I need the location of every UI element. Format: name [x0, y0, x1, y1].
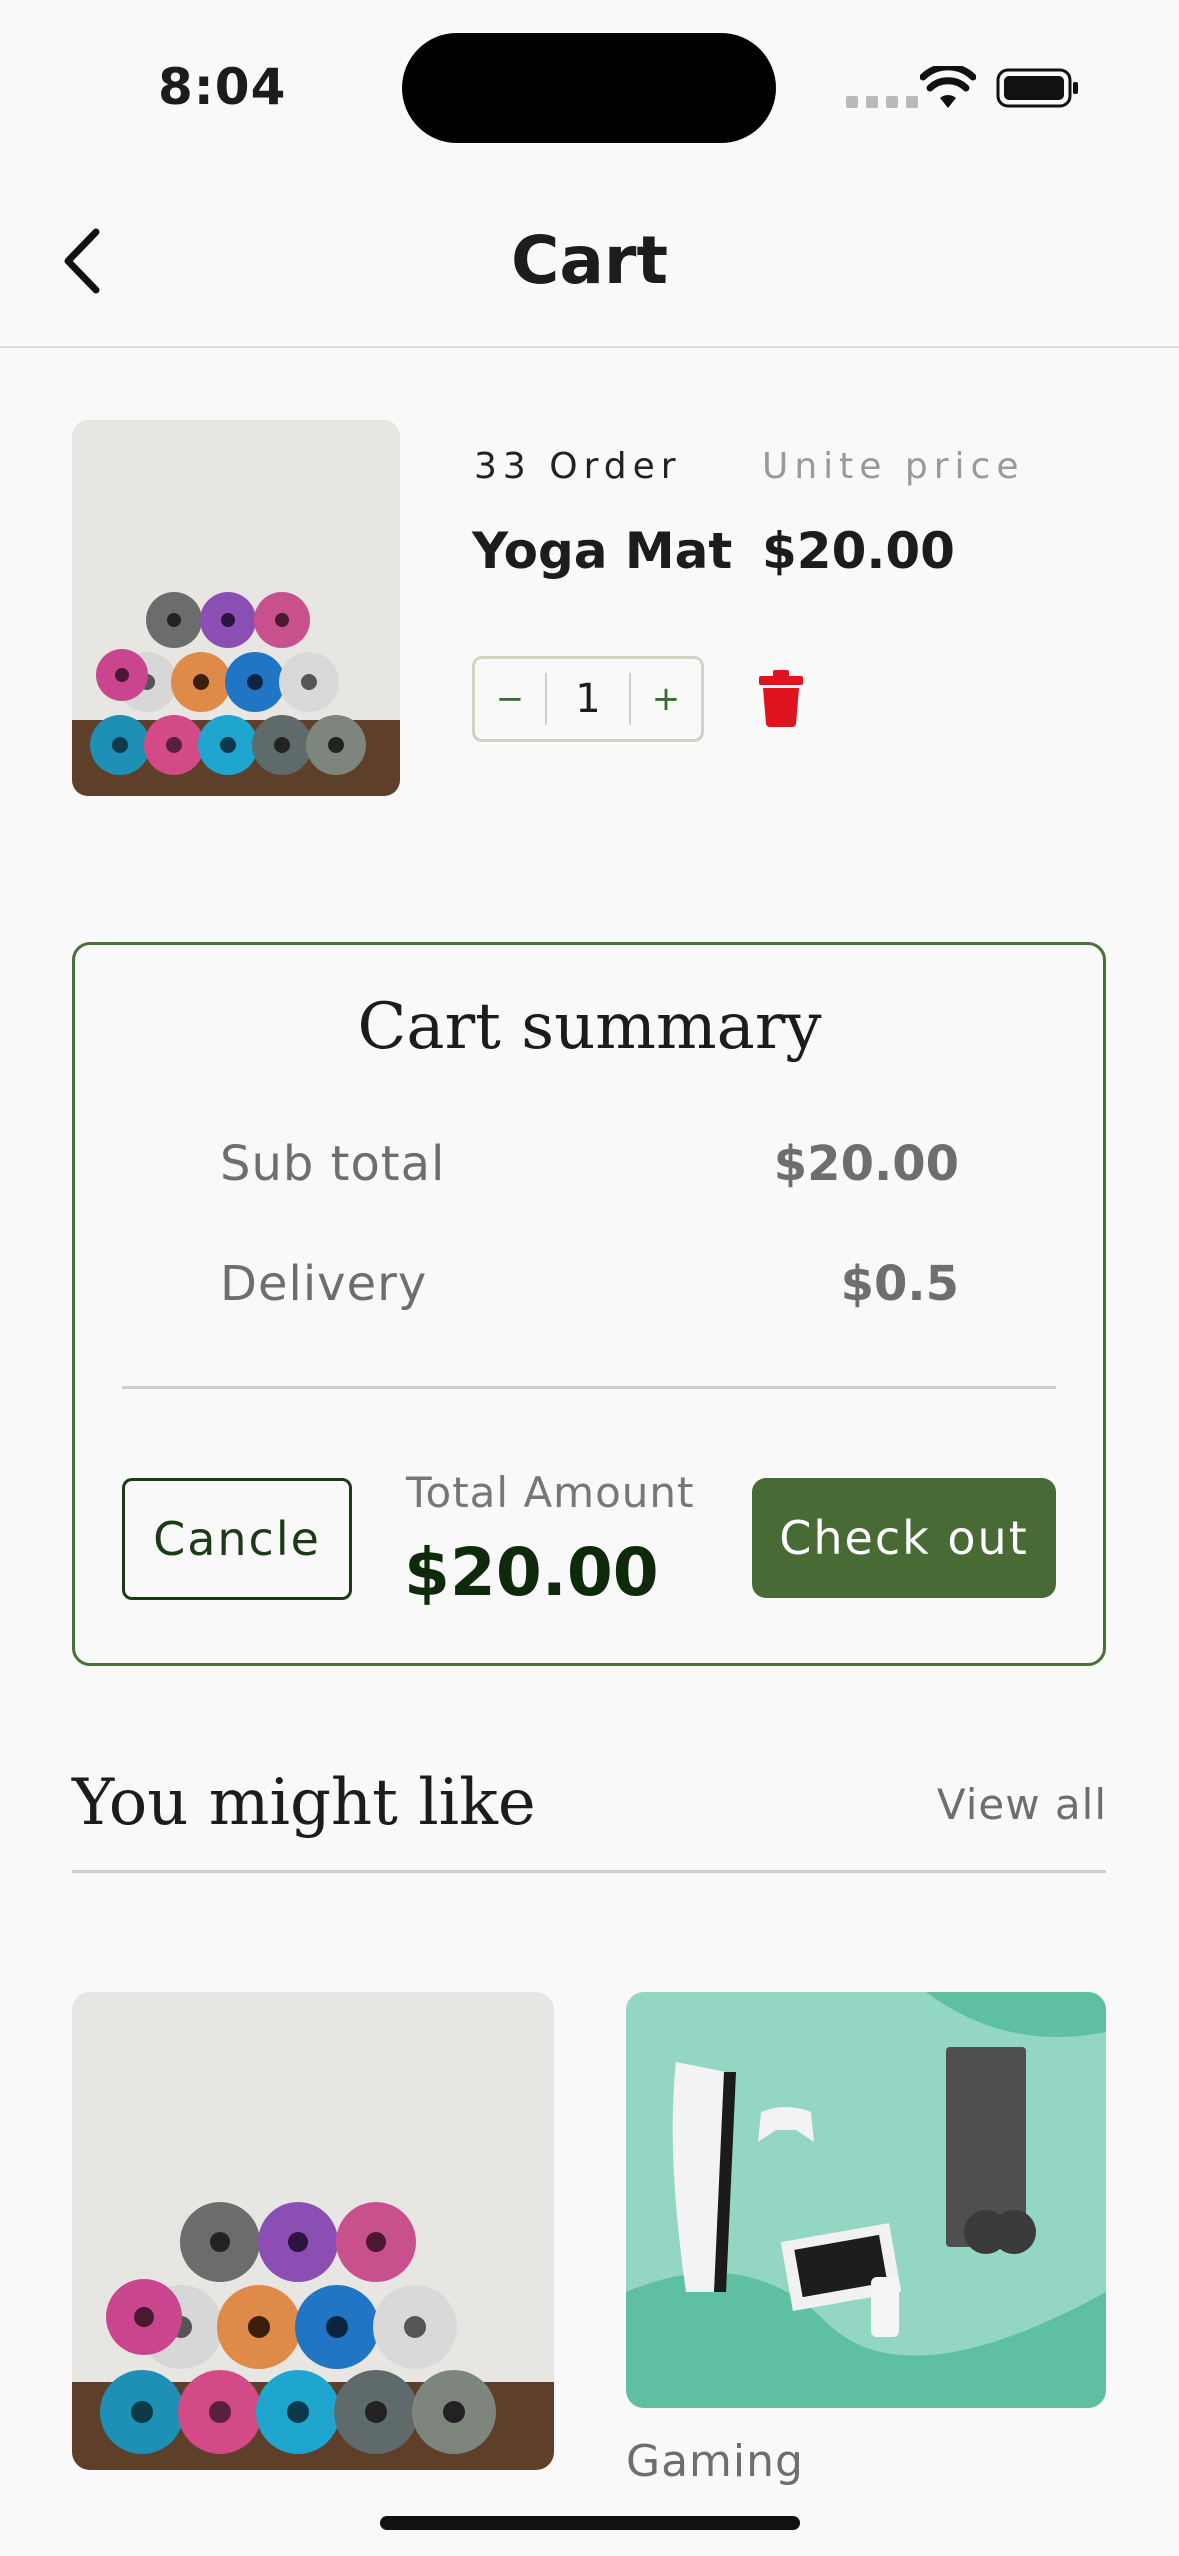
trash-icon[interactable]	[756, 668, 806, 728]
subtotal-label: Sub total	[220, 1136, 446, 1192]
summary-divider	[122, 1386, 1056, 1389]
dynamic-island	[402, 33, 776, 143]
decrement-button[interactable]: −	[475, 679, 545, 719]
battery-icon	[996, 68, 1078, 108]
delivery-value: $0.5	[840, 1256, 959, 1312]
product-card-yoga[interactable]	[72, 1992, 554, 2470]
product-name: Yoga Mat	[472, 522, 733, 580]
wifi-icon	[920, 66, 976, 108]
page-title: Cart	[510, 222, 669, 299]
subtotal-value: $20.00	[773, 1136, 959, 1192]
unit-price-label: Unite price	[762, 446, 1025, 487]
cancel-button[interactable]: Cancle	[122, 1478, 352, 1600]
product-card-label: Gaming	[626, 2436, 804, 2487]
cellular-signal-icon	[846, 96, 918, 108]
delivery-label: Delivery	[220, 1256, 428, 1312]
status-time: 8:04	[158, 58, 287, 116]
total-amount-label: Total Amount	[406, 1468, 695, 1517]
cart-item-image	[72, 420, 400, 796]
section-divider	[72, 1870, 1106, 1873]
checkout-button[interactable]: Check out	[752, 1478, 1056, 1598]
section-title: You might like	[72, 1766, 536, 1840]
product-card-gaming[interactable]	[626, 1992, 1106, 2408]
summary-title: Cart summary	[357, 990, 822, 1064]
increment-button[interactable]: +	[631, 679, 701, 719]
quantity-stepper: − 1 +	[472, 656, 704, 742]
home-indicator[interactable]	[380, 2516, 800, 2530]
view-all-link[interactable]: View all	[937, 1780, 1107, 1829]
order-count: 33 Order	[474, 446, 682, 487]
quantity-value: 1	[575, 676, 601, 722]
product-price: $20.00	[762, 522, 955, 580]
header-divider	[0, 346, 1179, 348]
total-amount-value: $20.00	[404, 1534, 659, 1611]
